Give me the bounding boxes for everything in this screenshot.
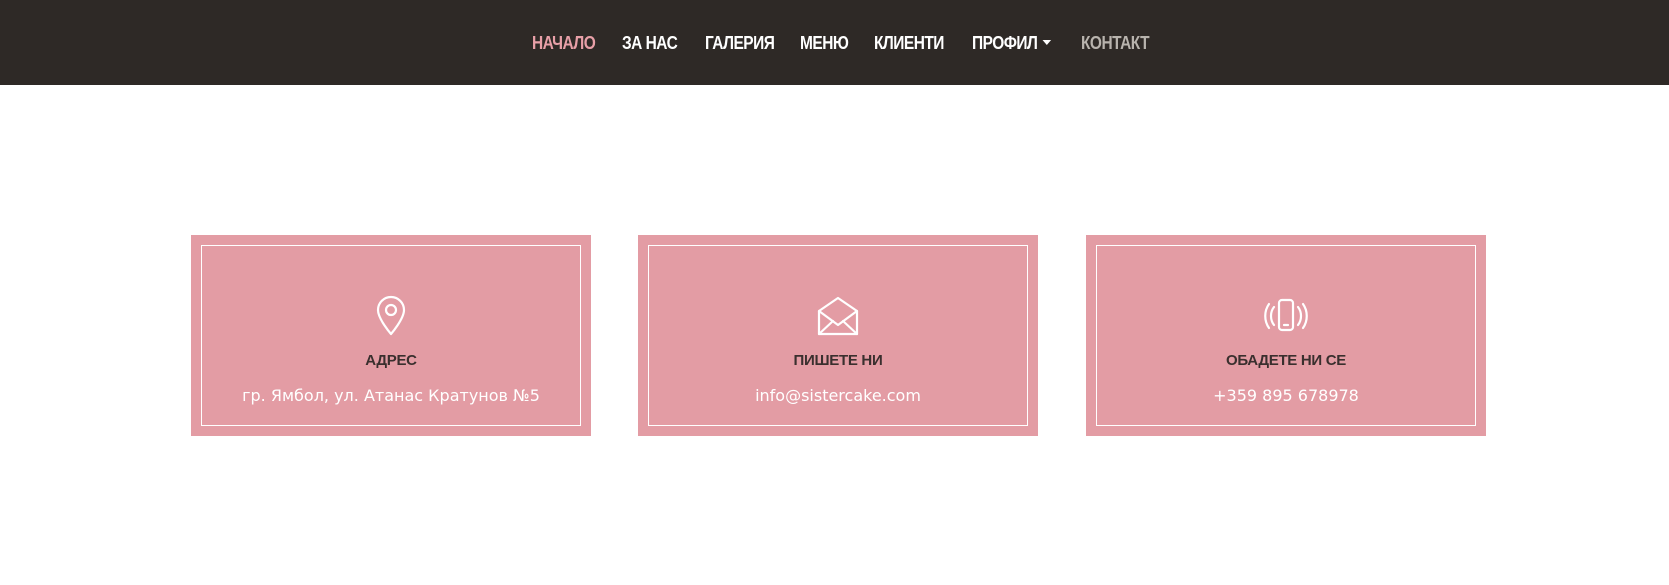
envelope-icon bbox=[816, 294, 860, 338]
card-title: АДРЕС bbox=[365, 352, 417, 369]
nav-link-about[interactable]: ЗА НАС bbox=[622, 30, 678, 56]
nav-link-menu[interactable]: МЕНЮ bbox=[800, 30, 849, 56]
address-text: гр. Ямбол, ул. Атанас Кратунов №5 bbox=[242, 386, 540, 405]
card-title: ПИШЕТЕ НИ bbox=[793, 352, 883, 369]
nav-link-gallery[interactable]: ГАЛЕРИЯ bbox=[705, 30, 775, 56]
nav-link-contact[interactable]: КОНТАКТ bbox=[1081, 30, 1150, 56]
nav-dropdown-profile-label: ПРОФИЛ bbox=[972, 33, 1038, 53]
card-title: ОБАДЕТЕ НИ СЕ bbox=[1225, 352, 1346, 369]
contact-card-phone: ОБАДЕТЕ НИ СЕ +359 895 678978 bbox=[1086, 235, 1486, 436]
card-frame: ПИШЕТЕ НИ info@sistercake.com bbox=[648, 245, 1028, 426]
top-navbar: НАЧАЛО ЗА НАС ГАЛЕРИЯ МЕНЮ КЛИЕНТИ ПРОФИ… bbox=[0, 0, 1669, 85]
card-frame: АДРЕС гр. Ямбол, ул. Атанас Кратунов №5 bbox=[201, 245, 581, 426]
nav-link-clients[interactable]: КЛИЕНТИ bbox=[874, 30, 944, 56]
card-frame: ОБАДЕТЕ НИ СЕ +359 895 678978 bbox=[1096, 245, 1476, 426]
contact-card-address: АДРЕС гр. Ямбол, ул. Атанас Кратунов №5 bbox=[191, 235, 591, 436]
email-link[interactable]: info@sistercake.com bbox=[649, 386, 1027, 405]
map-pin-icon bbox=[369, 294, 413, 338]
nav-link-home[interactable]: НАЧАЛО bbox=[532, 30, 596, 56]
phone-link[interactable]: +359 895 678978 bbox=[1097, 386, 1475, 405]
phone-vibrate-icon bbox=[1264, 294, 1308, 338]
nav-dropdown-profile[interactable]: ПРОФИЛ bbox=[972, 30, 1052, 56]
contact-card-email: ПИШЕТЕ НИ info@sistercake.com bbox=[638, 235, 1038, 436]
caret-down-icon bbox=[1042, 40, 1052, 46]
